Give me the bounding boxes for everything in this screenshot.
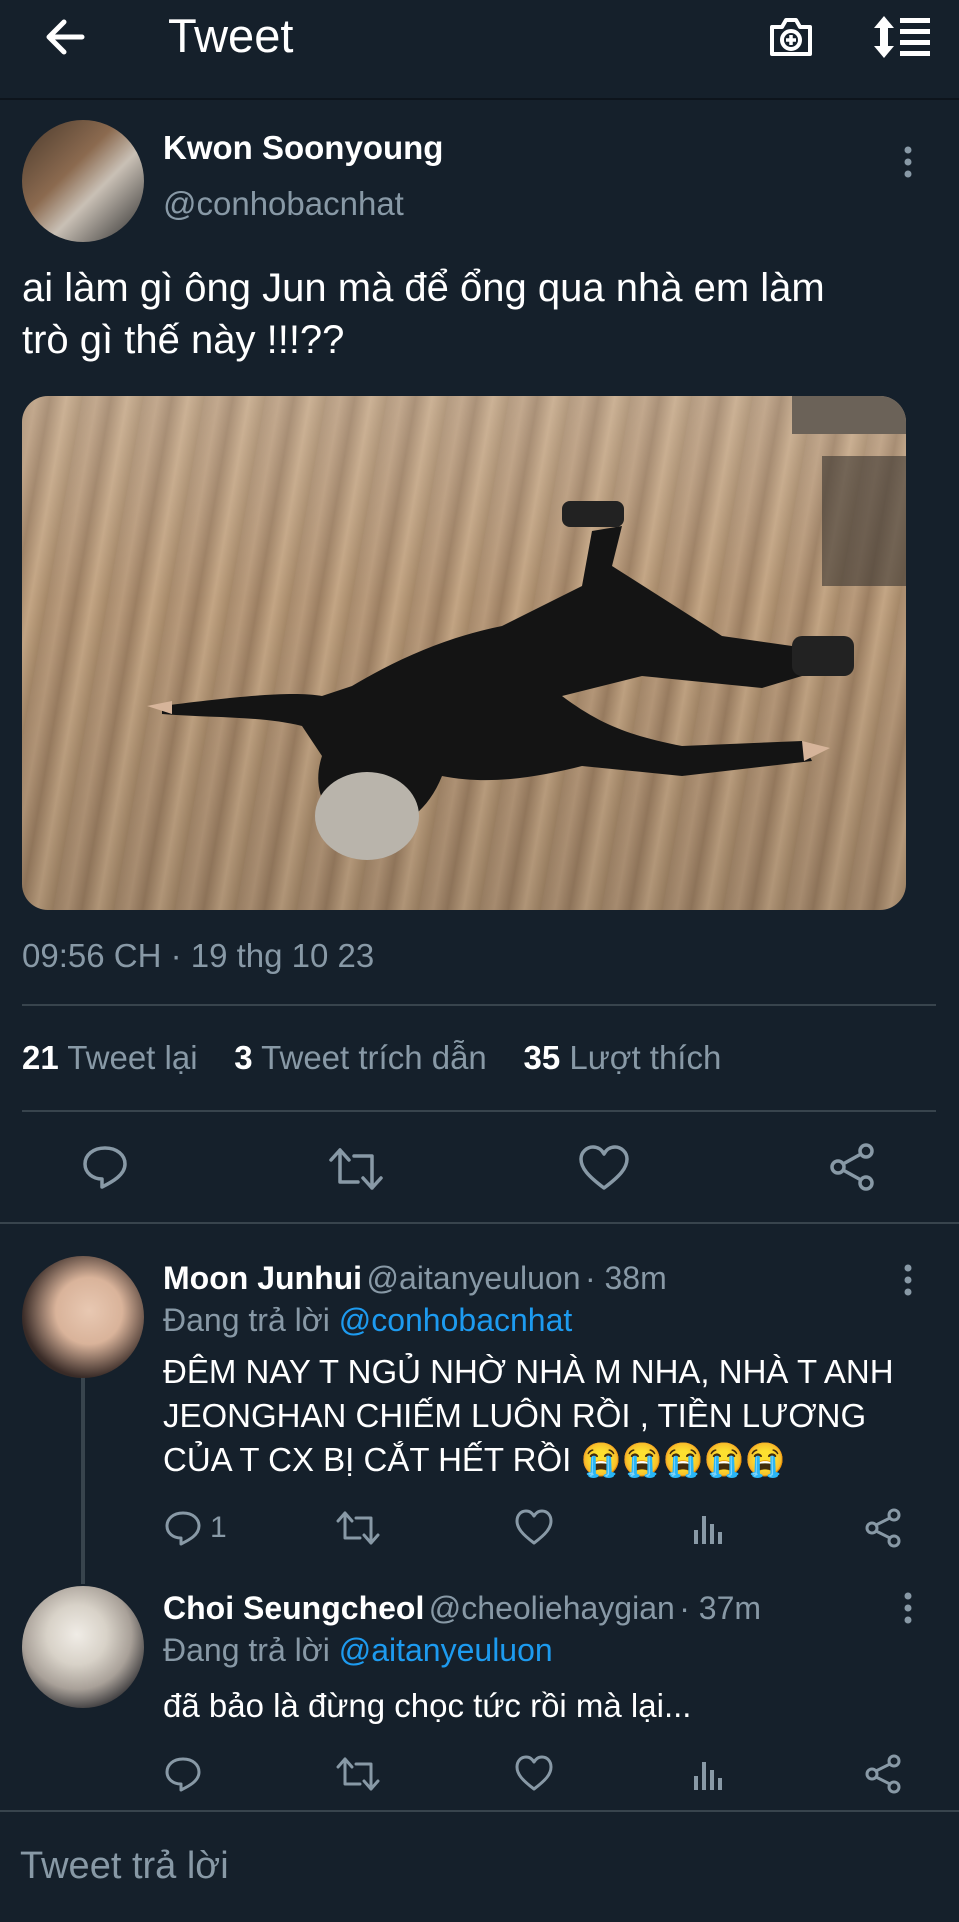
reply-icon[interactable] bbox=[163, 1508, 203, 1548]
share-icon[interactable] bbox=[864, 1754, 904, 1794]
quote-count: 3 bbox=[234, 1039, 253, 1076]
tweet-text-line: trò gì thế này !!!?? bbox=[22, 318, 345, 362]
retweet-icon[interactable] bbox=[336, 1754, 380, 1794]
retweet-icon[interactable] bbox=[336, 1508, 380, 1548]
reply-age: · 38m bbox=[584, 1260, 667, 1296]
share-icon[interactable] bbox=[864, 1508, 904, 1548]
replying-to: Đang trả lời @aitanyeuluon bbox=[163, 1630, 553, 1670]
replying-prefix: Đang trả lời bbox=[163, 1302, 330, 1338]
reply-text: đã bảo là đừng chọc tức rồi mà lại... bbox=[163, 1684, 943, 1728]
thread-line bbox=[81, 1372, 85, 1584]
author-handle[interactable]: @conhobacnhat bbox=[163, 184, 404, 224]
camera-plus-icon[interactable] bbox=[766, 12, 816, 62]
reply-text-line: CỦA T CX BỊ CẮT HẾT RỒI 😭😭😭😭😭 bbox=[163, 1441, 786, 1478]
retweet-count: 21 bbox=[22, 1039, 59, 1076]
reply-author-avatar[interactable] bbox=[22, 1586, 144, 1708]
tweet-photo[interactable] bbox=[22, 396, 906, 910]
photo-figure bbox=[147, 396, 906, 860]
replying-to-handle[interactable]: @conhobacnhat bbox=[339, 1302, 573, 1338]
reply-author-avatar[interactable] bbox=[22, 1256, 144, 1378]
reply-age: · 37m bbox=[679, 1590, 762, 1626]
analytics-icon[interactable] bbox=[690, 1754, 730, 1794]
divider bbox=[22, 1004, 936, 1006]
reply-author-handle[interactable]: @cheoliehaygian bbox=[429, 1590, 675, 1626]
divider bbox=[0, 1222, 959, 1224]
tweet-stats: 21 Tweet lại 3 Tweet trích dẫn 35 Lượt t… bbox=[22, 1036, 721, 1080]
more-options-icon[interactable] bbox=[903, 1264, 913, 1296]
replying-prefix: Đang trả lời bbox=[163, 1632, 330, 1668]
retweet-label: Tweet lại bbox=[67, 1039, 198, 1076]
reply-icon[interactable] bbox=[163, 1754, 203, 1794]
like-stat[interactable]: 35 Lượt thích bbox=[523, 1039, 721, 1076]
tweet-text: ai làm gì ông Jun mà để ổng qua nhà em l… bbox=[22, 262, 952, 366]
retweet-icon[interactable] bbox=[328, 1144, 384, 1194]
reply-text-line: JEONGHAN CHIẾM LUÔN RỒI , TIỀN LƯƠNG bbox=[163, 1397, 867, 1434]
like-count: 35 bbox=[523, 1039, 561, 1076]
quote-stat[interactable]: 3 Tweet trích dẫn bbox=[234, 1039, 487, 1076]
like-heart-icon[interactable] bbox=[578, 1144, 630, 1192]
analytics-icon[interactable] bbox=[690, 1508, 730, 1548]
back-arrow-icon[interactable] bbox=[42, 14, 88, 60]
like-label: Lượt thích bbox=[569, 1039, 722, 1076]
tweet-text-line: ai làm gì ông Jun mà để ổng qua nhà em l… bbox=[22, 266, 825, 310]
author-name[interactable]: Kwon Soonyoung bbox=[163, 128, 443, 168]
sort-icon[interactable] bbox=[872, 12, 932, 62]
reply-header: Choi Seungcheol @cheoliehaygian · 37m bbox=[163, 1588, 761, 1628]
replying-to-handle[interactable]: @aitanyeuluon bbox=[339, 1632, 553, 1668]
quote-label: Tweet trích dẫn bbox=[261, 1039, 487, 1076]
reply-text-line: ĐÊM NAY T NGỦ NHỜ NHÀ M NHA, NHÀ T ANH bbox=[163, 1353, 894, 1390]
more-options-icon[interactable] bbox=[903, 146, 913, 178]
like-heart-icon[interactable] bbox=[514, 1508, 554, 1548]
author-avatar[interactable] bbox=[22, 120, 144, 242]
tweet-timestamp[interactable]: 09:56 CH · 19 thg 10 23 bbox=[22, 936, 374, 976]
reply-text-line: đã bảo là đừng chọc tức rồi mà lại... bbox=[163, 1687, 692, 1724]
reply-header: Moon Junhui @aitanyeuluon · 38m bbox=[163, 1258, 667, 1298]
replying-to: Đang trả lời @conhobacnhat bbox=[163, 1300, 572, 1340]
retweet-stat[interactable]: 21 Tweet lại bbox=[22, 1039, 198, 1076]
more-options-icon[interactable] bbox=[903, 1592, 913, 1624]
reply-author-handle[interactable]: @aitanyeuluon bbox=[367, 1260, 581, 1296]
divider bbox=[22, 1110, 936, 1112]
reply-icon[interactable] bbox=[80, 1142, 130, 1192]
reply-count: 1 bbox=[210, 1511, 227, 1544]
like-heart-icon[interactable] bbox=[514, 1754, 554, 1794]
reply-author-name[interactable]: Moon Junhui bbox=[163, 1260, 362, 1296]
page-title: Tweet bbox=[168, 9, 294, 62]
reply-text: ĐÊM NAY T NGỦ NHỜ NHÀ M NHA, NHÀ T ANH J… bbox=[163, 1350, 943, 1482]
reply-author-name[interactable]: Choi Seungcheol bbox=[163, 1590, 424, 1626]
share-icon[interactable] bbox=[828, 1142, 878, 1192]
reply-input[interactable] bbox=[20, 1838, 920, 1894]
